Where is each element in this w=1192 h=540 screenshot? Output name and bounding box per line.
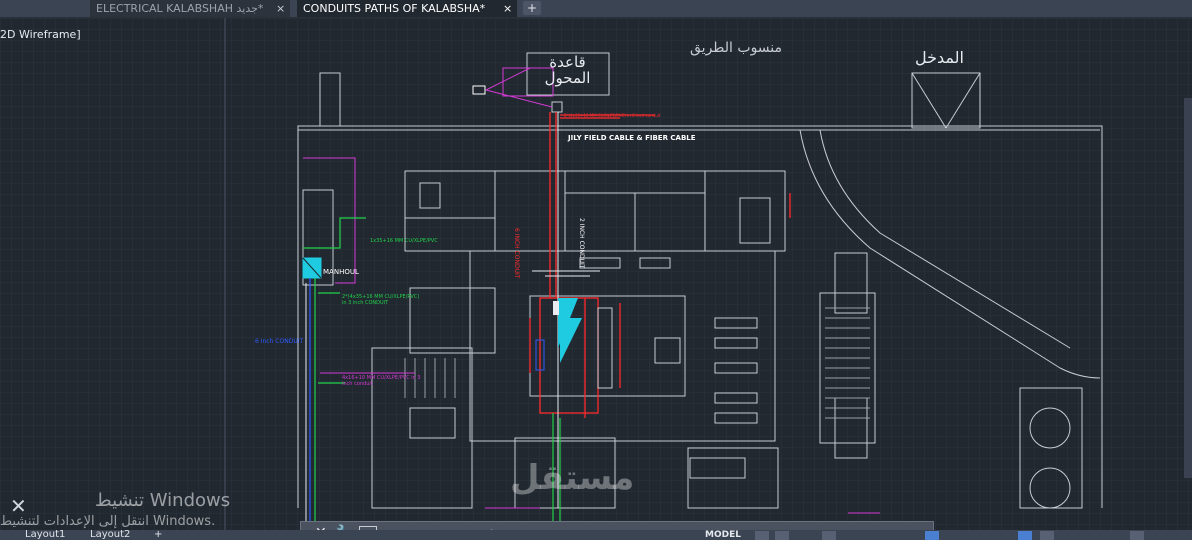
cad-drawing	[0, 18, 1192, 530]
conduit-note-1: 1x35+16 MM CU/XLPE/PVC	[370, 238, 438, 244]
polar-icon[interactable]	[925, 531, 939, 540]
navigation-bar[interactable]	[1184, 98, 1192, 478]
manhole-label: MANHOUL	[323, 268, 359, 276]
close-icon[interactable]: ✕	[10, 494, 27, 518]
transformer-room-label: قاعدة المحول	[544, 53, 591, 87]
tab-layout2[interactable]: Layout2	[90, 530, 130, 540]
add-layout-button[interactable]: +	[154, 530, 162, 540]
drawing-viewport[interactable]: 2D Wireframe] قاعدة المحول منسوب الطريق …	[0, 18, 1192, 530]
conduit-note-2: 2*(4x35+16 MM CU/XLPE/PVC) in 3 inch CON…	[342, 294, 420, 306]
vertical-note-6inch: 6 INCH CONDUIT	[513, 228, 520, 279]
entrance-label: المدخل	[915, 48, 964, 67]
annotation-icon[interactable]	[1040, 531, 1054, 540]
grid-icon[interactable]	[755, 531, 769, 540]
road-level-label: منسوب الطريق	[690, 40, 783, 56]
document-tab-bar: ELECTRICAL KALABSHAH جديد* × CONDUITS PA…	[0, 0, 1192, 18]
osnap-icon[interactable]	[1018, 531, 1032, 540]
tab-conduits-paths[interactable]: CONDUITS PATHS OF KALABSHA*	[297, 0, 517, 17]
model-space-button[interactable]: MODEL	[705, 530, 741, 540]
status-bar: Layout1 Layout2 + MODEL	[0, 530, 1192, 540]
tab-layout1[interactable]: Layout1	[25, 530, 65, 540]
tab-electrical-kalabshah[interactable]: ELECTRICAL KALABSHAH جديد*	[90, 0, 290, 17]
vertical-note-2inch: 2 INCH CONDUIT	[578, 218, 585, 269]
windows-activation-title: تنشيط Windows	[95, 490, 231, 511]
red-conduit-note: 2*(4x35+16 MM CU/XLPE/PVC) in 6 inch con…	[564, 113, 661, 118]
snap-icon[interactable]	[775, 531, 789, 540]
view-style-label[interactable]: 2D Wireframe]	[0, 28, 81, 41]
tab-label: ELECTRICAL KALABSHAH جديد*	[96, 2, 264, 15]
blue-conduit-note: 6 Inch CONDUIT	[255, 338, 304, 345]
new-tab-button[interactable]: +	[523, 1, 541, 15]
tab-label: CONDUITS PATHS OF KALABSHA*	[303, 2, 486, 15]
cable-note-label: JILY FIELD CABLE & FIBER CABLE	[568, 134, 696, 142]
conduit-note-3: 4x16+10 MM CU/XLPE/PVC in 3 inch conduit	[342, 375, 421, 387]
watermark-logo: مستقل	[510, 458, 635, 498]
windows-activation-subtitle: انتقل إلى الإعدادات لتنشيط Windows.	[0, 514, 216, 529]
close-icon[interactable]: ×	[276, 0, 285, 17]
command-line: ✕ 🔧 >_	[300, 521, 934, 530]
workspace-icon[interactable]	[1130, 531, 1144, 540]
close-icon[interactable]: ×	[503, 0, 512, 17]
ortho-icon[interactable]	[822, 531, 836, 540]
